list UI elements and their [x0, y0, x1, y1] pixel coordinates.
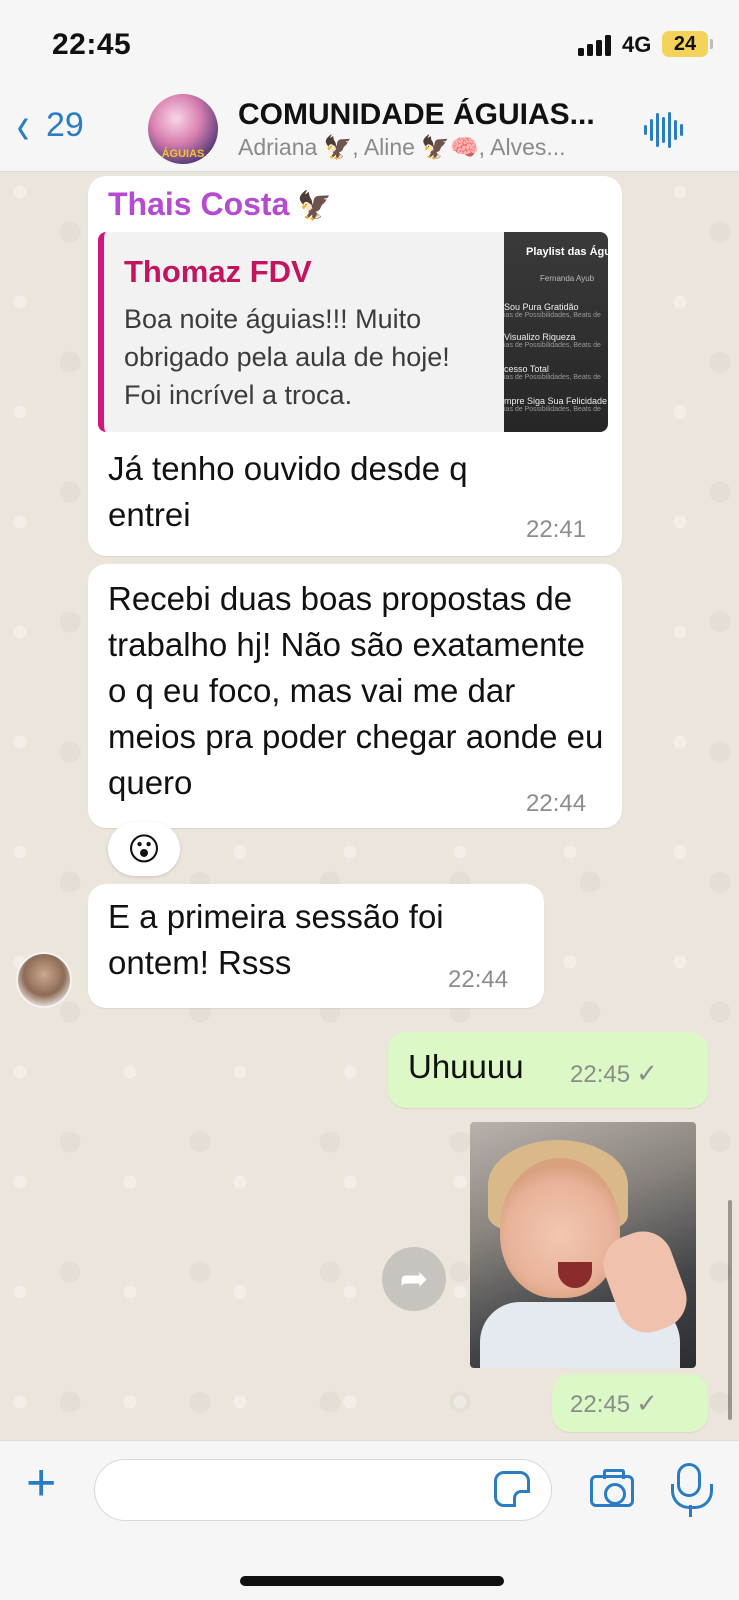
message-time: 22:44	[526, 790, 587, 817]
quote-text: Boa noite águias!!! Muito obrigado pela …	[124, 304, 450, 410]
message-time: 22:45 ✓	[570, 1388, 658, 1419]
unread-count: 29	[45, 105, 84, 144]
back-button[interactable]: ‹ 29	[14, 95, 84, 155]
sent-check-icon: ✓	[636, 1388, 658, 1418]
thumbnail-title: Playlist das Águ	[526, 246, 608, 258]
sticker-icon[interactable]	[494, 1471, 530, 1507]
sender-avatar[interactable]	[16, 952, 72, 1008]
sender-name[interactable]: Thais Costa 🦅	[108, 186, 332, 223]
chat-header: ‹ 29 ÁGUIAS COMUNIDADE ÁGUIAS... Adriana…	[0, 90, 739, 172]
thumbnail-track: Sou Pura Gratidão ias de Possibilidades, …	[504, 302, 601, 319]
message-text: Uhuuuu	[408, 1048, 524, 1085]
group-members[interactable]: Adriana 🦅, Aline 🦅🧠, Alves...	[238, 134, 608, 161]
plus-icon[interactable]: +	[26, 1457, 56, 1509]
sent-check-icon: ✓	[636, 1058, 658, 1088]
chevron-left-icon: ‹	[16, 95, 30, 155]
voice-waveform-icon[interactable]	[644, 110, 683, 150]
message-text: Recebi duas boas propostas de trabalho h…	[108, 580, 604, 801]
thumbnail-track: cesso Total ias de Possibilidades, Beats …	[504, 364, 601, 381]
camera-icon[interactable]	[590, 1469, 634, 1507]
status-time: 22:45	[52, 28, 132, 61]
outgoing-message-bubble[interactable]: Uhuuuu 22:45 ✓	[388, 1032, 708, 1108]
thumbnail-subtitle: Fernanda Ayub	[540, 274, 595, 283]
forward-button[interactable]: ➦	[382, 1247, 446, 1311]
status-bar: 22:45 4G 24	[0, 0, 739, 90]
microphone-icon-stem	[689, 1505, 692, 1517]
message-time: 22:45 ✓	[570, 1058, 658, 1089]
quote-author: Thomaz FDV	[124, 254, 312, 289]
group-avatar[interactable]: ÁGUIAS	[148, 94, 218, 164]
message-time: 22:44	[448, 966, 509, 993]
thumbnail-track: mpre Siga Sua Felicidade ias de Possibili…	[504, 396, 608, 413]
forward-arrow-icon: ➦	[399, 1260, 429, 1298]
battery-icon: 24	[662, 31, 713, 57]
group-title[interactable]: COMUNIDADE ÁGUIAS...	[238, 98, 618, 132]
sender-name-text: Thais Costa	[108, 186, 290, 222]
outgoing-gif-time-bubble[interactable]: 22:45 ✓	[552, 1374, 708, 1432]
reaction-badge[interactable]: 😮	[108, 822, 180, 876]
microphone-icon[interactable]	[671, 1463, 713, 1509]
sender-emoji: 🦅	[297, 190, 333, 221]
message-time-text: 22:45	[570, 1061, 631, 1088]
network-type: 4G	[622, 32, 652, 57]
message-bubble[interactable]: Thais Costa 🦅 Thomaz FDV Boa noite águias…	[88, 176, 622, 556]
home-indicator[interactable]	[240, 1576, 504, 1586]
cellular-signal-icon	[578, 34, 611, 56]
quoted-message[interactable]: Thomaz FDV Boa noite águias!!! Muito obr…	[98, 232, 608, 432]
message-bubble[interactable]: Recebi duas boas propostas de trabalho h…	[88, 564, 622, 828]
message-time-text: 22:45	[570, 1391, 631, 1418]
message-bubble[interactable]: E a primeira sessão foi ontem! Rsss 22:4…	[88, 884, 544, 1008]
message-input[interactable]	[94, 1459, 552, 1521]
scrollbar[interactable]	[728, 1200, 732, 1420]
thumbnail-track: Visualizo Riqueza ias de Possibilidades, …	[504, 332, 601, 349]
message-time: 22:41	[526, 516, 587, 543]
message-text: Já tenho ouvido desde q entrei	[108, 450, 468, 533]
gif-image[interactable]	[470, 1122, 696, 1368]
quote-thumbnail: Playlist das Águ Fernanda Ayub Sou Pura …	[504, 232, 608, 432]
avatar-label: ÁGUIAS	[161, 148, 205, 160]
